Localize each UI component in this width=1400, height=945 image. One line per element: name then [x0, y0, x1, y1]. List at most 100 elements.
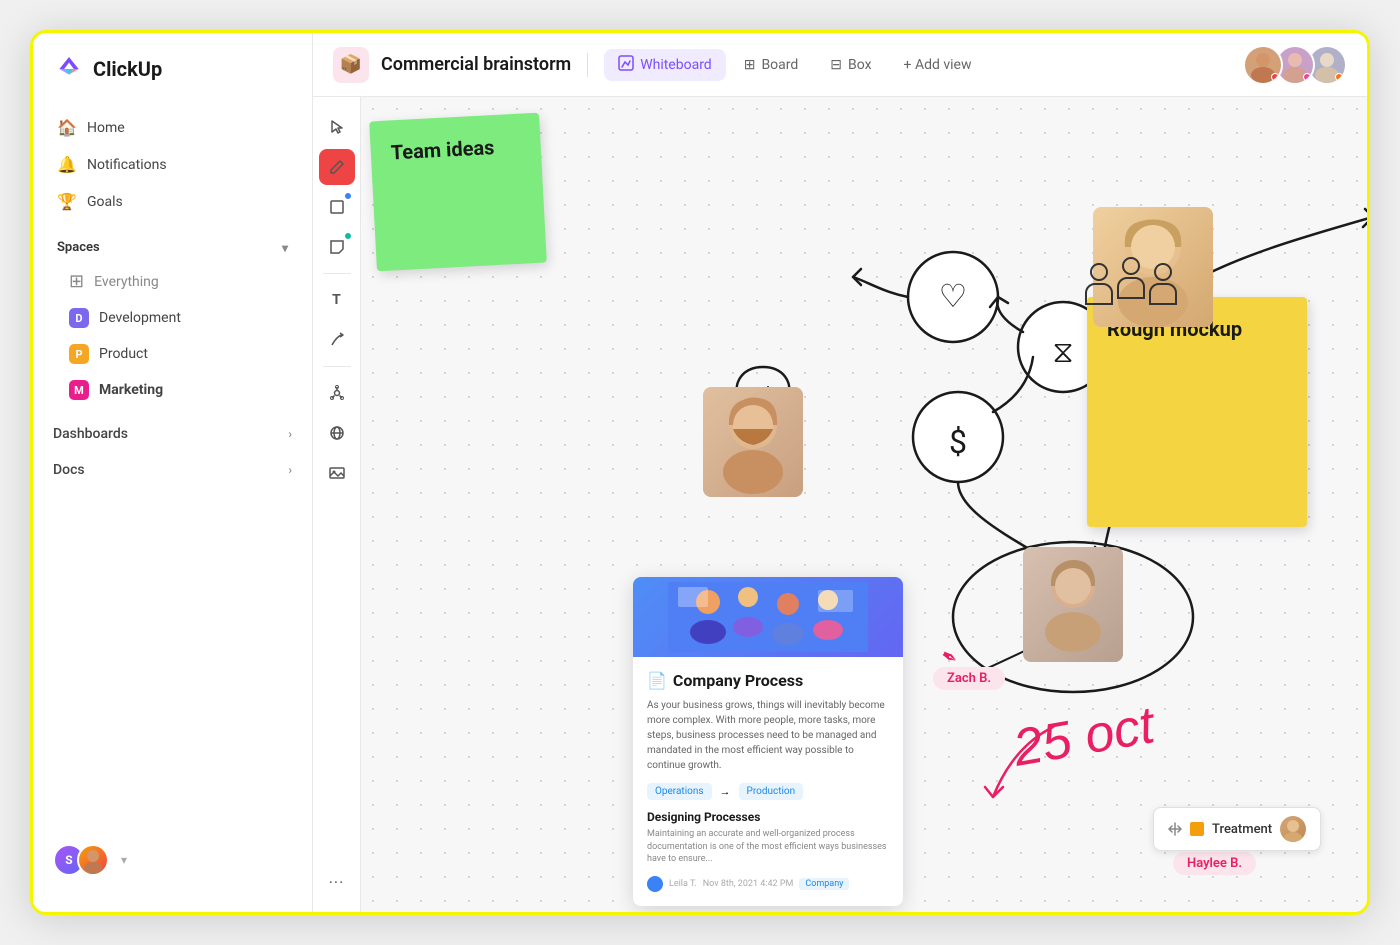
doc-icon: 📄 [647, 671, 667, 690]
treatment-color-sq [1190, 822, 1204, 836]
product-icon: P [69, 344, 89, 364]
status-dot-pink [1303, 73, 1311, 81]
sidebar-bottom: S ▾ [33, 828, 312, 892]
sidebar-item-everything[interactable]: ⊞ Everything [53, 263, 292, 300]
svg-text:$: $ [949, 423, 967, 461]
app-name: ClickUp [93, 57, 162, 81]
doc-card-company-process[interactable]: 📄 Company Process As your business grows… [633, 577, 903, 906]
sidebar: ClickUp 🏠 Home 🔔 Notifications 🏆 Goals S… [33, 33, 313, 912]
person-icon-1 [1085, 263, 1113, 305]
docs-expandable[interactable]: Docs › [33, 452, 312, 488]
company-tag: Company [799, 878, 849, 890]
logo[interactable]: ClickUp [33, 53, 312, 109]
chevron-right-icon: › [288, 427, 292, 441]
add-view-label: + Add view [904, 57, 972, 73]
toolbar-separator-1 [323, 273, 351, 274]
doc-card-title: 📄 Company Process [647, 671, 889, 690]
sidebar-item-product[interactable]: P Product [53, 336, 292, 372]
home-icon: 🏠 [57, 118, 77, 137]
docs-label: Docs [53, 462, 85, 478]
user-avatars[interactable]: S [53, 844, 109, 876]
dashboards-label: Dashboards [53, 426, 128, 442]
avatar-d [77, 844, 109, 876]
clickup-logo-icon [53, 53, 85, 85]
product-label: Product [99, 346, 148, 362]
marketing-icon: M [69, 380, 89, 400]
toolbar-separator-2 [323, 366, 351, 367]
sticky-tool[interactable] [319, 229, 355, 265]
person-icon-3 [1149, 263, 1177, 305]
author-name: Leila T. [669, 879, 697, 889]
everything-label: Everything [94, 274, 159, 290]
box-tab-icon: ⊟ [830, 57, 842, 73]
development-label: Development [99, 310, 181, 326]
development-icon: D [69, 308, 89, 328]
tab-board[interactable]: ⊞ Board [730, 51, 813, 79]
treatment-avatar [1280, 816, 1306, 842]
app-frame: ClickUp 🏠 Home 🔔 Notifications 🏆 Goals S… [30, 30, 1370, 915]
whiteboard-canvas[interactable]: T ··· [313, 97, 1367, 912]
ellipsis-icon: ··· [329, 873, 345, 892]
sidebar-item-development[interactable]: D Development [53, 300, 292, 336]
whiteboard-tab-icon [618, 55, 634, 75]
arrow-icon: → [720, 785, 731, 798]
notifications-label: Notifications [87, 157, 167, 173]
sidebar-item-home[interactable]: 🏠 Home [45, 109, 300, 146]
collaborator-avatars [1243, 45, 1347, 85]
doc-card-subdesc: Maintaining an accurate and well-organiz… [647, 828, 889, 866]
sticky-note-rough-mockup[interactable]: Rough mockup [1087, 297, 1307, 527]
add-view-button[interactable]: + Add view [890, 51, 986, 79]
svg-text:♡: ♡ [939, 277, 968, 315]
mindmap-tool[interactable] [319, 375, 355, 411]
chevron-right-icon: › [288, 463, 292, 477]
main-content: 📦 Commercial brainstorm Whiteboard ⊞ Boa… [313, 33, 1367, 912]
chevron-down-icon: ▾ [282, 241, 288, 255]
pen-tool[interactable] [319, 149, 355, 185]
sidebar-item-marketing[interactable]: M Marketing [53, 372, 292, 408]
spaces-label: Spaces [57, 240, 100, 255]
doc-card-description: As your business grows, things will inev… [647, 698, 889, 773]
tab-box[interactable]: ⊟ Box [816, 51, 885, 79]
spaces-section: Spaces ▾ ⊞ Everything D Development P Pr… [33, 220, 312, 416]
connector-tool[interactable] [319, 322, 355, 358]
move-icon [1168, 822, 1182, 836]
home-label: Home [87, 120, 125, 136]
image-tool[interactable] [319, 455, 355, 491]
doc-card-body: 📄 Company Process As your business grows… [633, 657, 903, 906]
doc-card-footer: Leila T. Nov 8th, 2021 4:42 PM Company [647, 876, 889, 892]
project-title: Commercial brainstorm [381, 54, 571, 75]
doc-card-header [633, 577, 903, 657]
box-tab-label: Box [848, 57, 872, 73]
flow-from: Operations [647, 783, 712, 800]
user-label-haylee: Haylee B. [1173, 852, 1256, 875]
treatment-label: Treatment [1212, 822, 1272, 837]
shape-tool[interactable] [319, 189, 355, 225]
globe-tool[interactable] [319, 415, 355, 451]
people-group-icon [1085, 257, 1177, 305]
sidebar-item-notifications[interactable]: 🔔 Notifications [45, 146, 300, 183]
whiteboard-tab-label: Whiteboard [640, 57, 712, 73]
marketing-label: Marketing [99, 382, 163, 398]
doc-card-subtitle: Designing Processes [647, 810, 889, 824]
main-nav: 🏠 Home 🔔 Notifications 🏆 Goals [33, 109, 312, 220]
sticky-note-label: Team ideas [390, 135, 495, 164]
treatment-tag[interactable]: Treatment [1153, 807, 1321, 851]
spaces-header[interactable]: Spaces ▾ [53, 236, 292, 263]
sidebar-item-goals[interactable]: 🏆 Goals [45, 183, 300, 220]
more-tools[interactable]: ··· [319, 864, 355, 900]
svg-text:⧖: ⧖ [1052, 335, 1073, 370]
person-icon-2 [1117, 257, 1145, 299]
avatar-user1 [1243, 45, 1283, 85]
user-label-zach: Zach B. [933, 667, 1005, 690]
zach-name: Zach B. [947, 671, 991, 686]
sticky-note-team-ideas[interactable]: Team ideas [369, 113, 547, 272]
bell-icon: 🔔 [57, 155, 77, 174]
select-tool[interactable] [319, 109, 355, 145]
text-tool[interactable]: T [319, 282, 355, 318]
everything-icon: ⊞ [69, 271, 84, 292]
dashboards-expandable[interactable]: Dashboards › [33, 416, 312, 452]
drawing-toolbar: T ··· [313, 97, 361, 912]
status-dot-orange [1335, 73, 1343, 81]
tab-whiteboard[interactable]: Whiteboard [604, 49, 726, 81]
text-tool-label: T [332, 292, 341, 308]
